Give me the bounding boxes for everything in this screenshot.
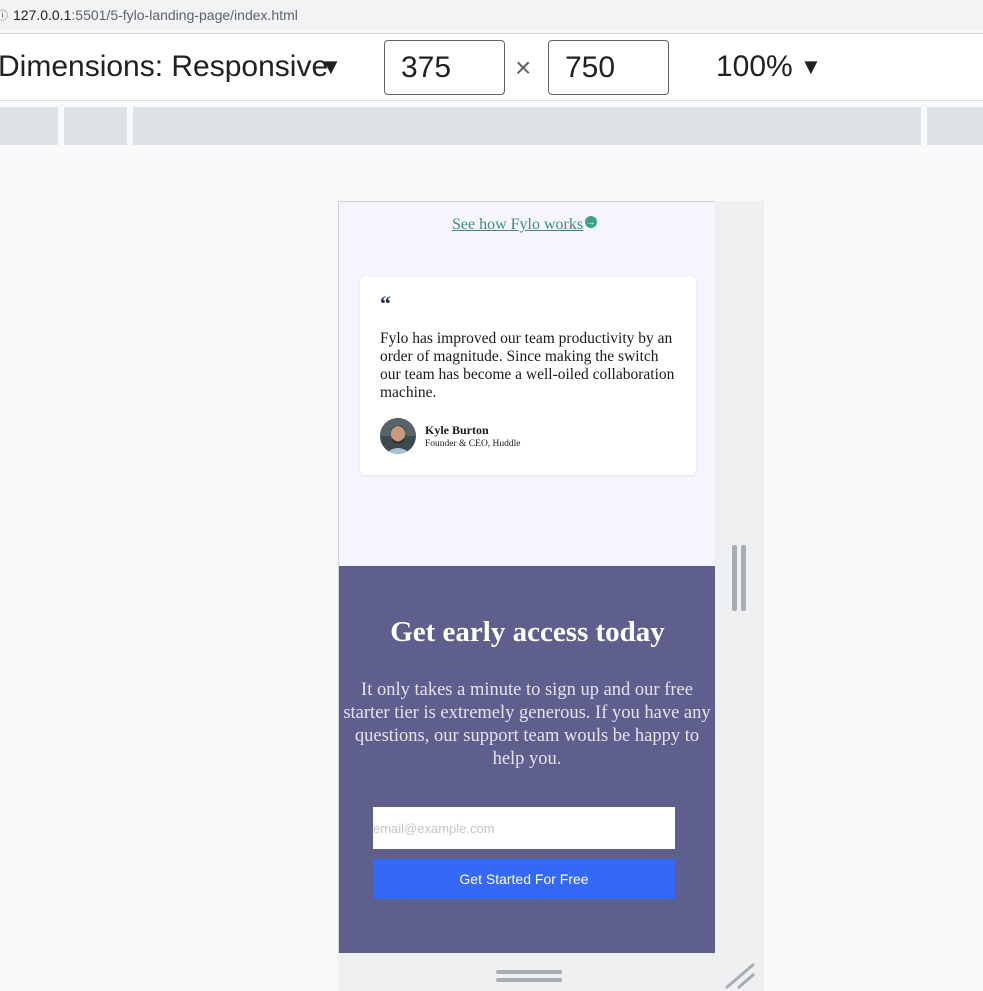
- dimensions-dropdown-arrow-icon[interactable]: ▼: [320, 54, 342, 80]
- cta-title: Get early access today: [390, 616, 665, 648]
- avatar: [380, 418, 416, 454]
- zoom-dropdown-arrow-icon[interactable]: ▼: [800, 54, 822, 80]
- corner-resize-grip-icon[interactable]: [722, 960, 756, 990]
- url-path: :5501/5-fylo-landing-page/index.html: [71, 7, 298, 23]
- early-access-section: Get early access today It only takes a m…: [339, 566, 715, 953]
- email-field[interactable]: [373, 807, 675, 849]
- media-query-segment[interactable]: [133, 107, 921, 145]
- arrow-circle-icon[interactable]: →: [585, 216, 597, 228]
- times-icon: ×: [515, 52, 532, 83]
- media-query-segment[interactable]: [0, 107, 58, 145]
- testimonial-card: “ Fylo has improved our team productivit…: [360, 277, 696, 475]
- address-bar[interactable]: ⓘ 127.0.0.1:5501/5-fylo-landing-page/ind…: [0, 0, 983, 30]
- person-role: Founder & CEO, Huddle: [425, 439, 521, 449]
- url-host: 127.0.0.1: [13, 7, 72, 23]
- quote-icon: “: [380, 291, 391, 316]
- media-query-segment[interactable]: [64, 107, 127, 145]
- cta-description: It only takes a minute to sign up and ou…: [343, 680, 711, 769]
- width-resize-handle[interactable]: [732, 545, 748, 611]
- testimonial-text: Fylo has improved our team productivity …: [380, 330, 675, 401]
- height-input[interactable]: 750: [548, 40, 669, 95]
- width-input[interactable]: 375: [384, 40, 505, 95]
- person-name: Kyle Burton: [425, 423, 489, 437]
- media-query-segment[interactable]: [927, 107, 983, 145]
- see-how-link[interactable]: See how Fylo works: [452, 216, 583, 234]
- dimensions-dropdown-label[interactable]: Dimensions: Responsive: [0, 50, 328, 84]
- media-query-bar: [0, 107, 983, 145]
- height-resize-handle[interactable]: [496, 970, 562, 986]
- device-toolbar: Dimensions: Responsive ▼ 375 × 750 100% …: [0, 33, 983, 101]
- info-icon[interactable]: ⓘ: [0, 7, 13, 23]
- get-started-button[interactable]: Get Started For Free: [373, 859, 675, 899]
- device-viewport: See how Fylo works → “ Fylo has improved…: [338, 201, 715, 953]
- zoom-dropdown-label[interactable]: 100%: [716, 50, 793, 84]
